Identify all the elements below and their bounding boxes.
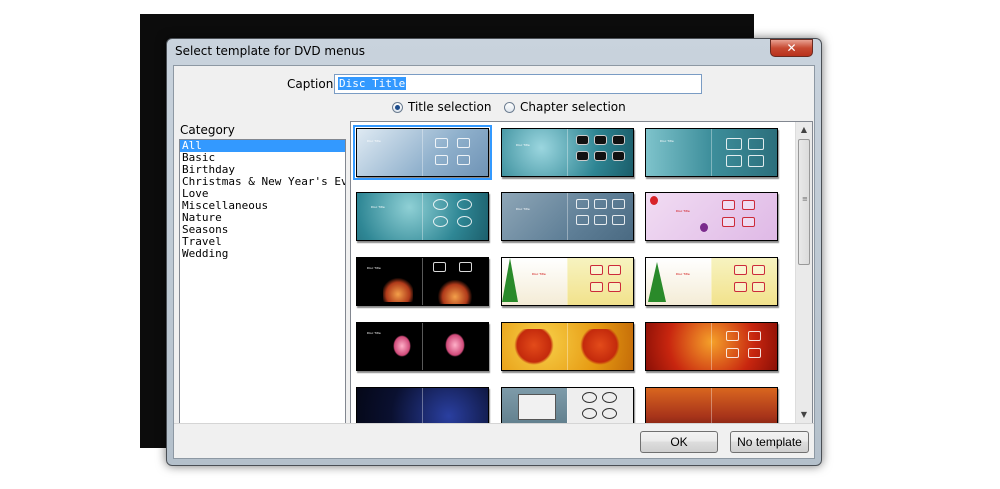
template-thumbnail[interactable] (501, 387, 634, 423)
thumbnail-title-panel (646, 388, 712, 423)
thumbnail-title: Disc Title (371, 205, 385, 209)
thumbnail-title-panel: Disc Title (357, 129, 423, 176)
category-list[interactable]: All Basic Birthday Christmas & New Year'… (179, 139, 346, 424)
thumbnail-title-panel: Disc Title (357, 323, 423, 370)
close-icon: ✕ (786, 41, 797, 55)
template-thumbnail[interactable]: Disc Title (356, 192, 489, 241)
thumbnail-chapter-panel (710, 129, 778, 176)
dialog-title: Select template for DVD menus (175, 44, 365, 58)
dialog-titlebar[interactable]: Select template for DVD menus ✕ (167, 39, 821, 63)
gallery-scrollbar[interactable]: ▲ ≡ ▼ (795, 122, 812, 423)
template-thumbnail[interactable]: Disc Title (645, 128, 778, 177)
thumbnail-title-panel (357, 388, 423, 423)
template-thumbnail[interactable] (356, 387, 489, 423)
template-thumbnail[interactable]: Disc Title (353, 125, 492, 180)
thumbnail-title-panel (646, 323, 712, 370)
template-thumbnail[interactable]: Disc Title (356, 257, 489, 306)
template-thumbnail[interactable]: Disc Title (645, 257, 778, 306)
thumbnail-title-panel: Disc Title (357, 193, 423, 240)
scroll-down-icon[interactable]: ▼ (796, 407, 812, 423)
thumbnail-chapter-panel (712, 193, 778, 240)
caption-value: Disc Title (338, 77, 407, 90)
radio-unchecked-icon (504, 101, 515, 113)
thumbnail-title-panel: Disc Title (357, 258, 423, 305)
thumbnail-title: Disc Title (367, 139, 381, 143)
thumbnail-title: Disc Title (676, 209, 690, 213)
thumbnail-title: Disc Title (367, 266, 381, 270)
thumbnail-title-panel: Disc Title (646, 258, 712, 305)
thumbnail-grid: Disc Title Disc Title Disc Title Disc Ti… (353, 125, 786, 423)
thumbnail-chapter-panel (421, 193, 489, 240)
template-thumbnail[interactable]: Disc Title (501, 192, 634, 241)
thumbnail-chapter-panel (421, 323, 489, 370)
thumbnail-title-panel: Disc Title (502, 258, 568, 305)
thumbnail-chapter-panel (421, 258, 489, 305)
thumbnail-title-panel: Disc Title (646, 193, 712, 240)
template-thumbnail[interactable] (501, 322, 634, 371)
close-button[interactable]: ✕ (770, 39, 813, 57)
thumbnail-chapter-panel (566, 129, 634, 176)
thumbnail-chapter-panel (710, 258, 777, 305)
thumbnail-chapter-panel (710, 323, 778, 370)
template-thumbnail[interactable] (645, 322, 778, 371)
dialog-footer: OK No template (174, 423, 814, 458)
radio-checked-icon (392, 101, 403, 113)
thumbnail-title-panel: Disc Title (646, 129, 712, 176)
template-thumbnail[interactable] (645, 387, 778, 423)
thumbnail-title: Disc Title (516, 207, 530, 211)
grip-icon: ≡ (802, 195, 808, 203)
thumbnail-title-panel (502, 388, 568, 423)
dialog-client: Caption: Disc Title Title selection Chap… (173, 65, 815, 459)
scroll-up-icon[interactable]: ▲ (796, 122, 812, 138)
thumbnail-chapter-panel (566, 388, 633, 423)
category-label: Category (180, 123, 235, 137)
thumbnail-title: Disc Title (532, 272, 546, 276)
thumbnail-chapter-panel (566, 258, 633, 305)
thumbnail-title: Disc Title (516, 143, 530, 147)
caption-input[interactable]: Disc Title (334, 74, 702, 94)
no-template-button[interactable]: No template (730, 431, 809, 453)
thumbnail-title: Disc Title (660, 139, 674, 143)
template-dialog: Select template for DVD menus ✕ Caption:… (166, 38, 822, 466)
category-item[interactable]: Wedding (180, 248, 345, 260)
thumbnail-title-panel (502, 323, 568, 370)
title-selection-label: Title selection (408, 100, 492, 114)
title-selection-radio[interactable]: Title selection (392, 100, 491, 114)
thumbnail-chapter-panel (566, 323, 634, 370)
thumbnail-title-panel: Disc Title (502, 129, 568, 176)
thumbnail-chapter-panel (710, 388, 778, 423)
thumbnail-chapter-panel (566, 193, 634, 240)
template-thumbnail[interactable]: Disc Title (645, 192, 778, 241)
ok-button[interactable]: OK (640, 431, 718, 453)
thumbnail-title: Disc Title (676, 272, 690, 276)
thumbnail-title-panel: Disc Title (502, 193, 568, 240)
thumbnail-chapter-panel (421, 129, 489, 176)
thumbnail-title: Disc Title (367, 331, 381, 335)
template-gallery: Disc Title Disc Title Disc Title Disc Ti… (350, 121, 813, 424)
chapter-selection-radio[interactable]: Chapter selection (504, 100, 626, 114)
scrollbar-thumb[interactable]: ≡ (798, 139, 810, 265)
template-thumbnail[interactable]: Disc Title (356, 322, 489, 371)
template-thumbnail[interactable]: Disc Title (501, 257, 634, 306)
caption-label: Caption: (287, 77, 338, 91)
template-thumbnail[interactable]: Disc Title (501, 128, 634, 177)
thumbnail-chapter-panel (421, 388, 489, 423)
chapter-selection-label: Chapter selection (520, 100, 626, 114)
